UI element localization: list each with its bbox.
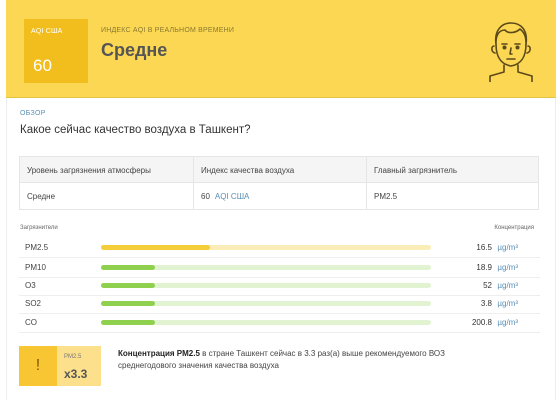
concentration-bar-track: [101, 245, 431, 250]
ratio-pollutant: PM2.5: [64, 354, 82, 360]
summary-table: Уровень загрязнения атмосферы Индекс кач…: [19, 156, 539, 210]
concentration-bar-fill: [101, 245, 210, 250]
concentration-value: 18.9: [476, 263, 492, 272]
concentration-bar-track: [101, 283, 431, 288]
aqi-value: 60: [201, 192, 210, 201]
neutral-face-icon: [489, 22, 533, 82]
concentration-unit: µg/m³: [497, 299, 518, 308]
concentration-unit: µg/m³: [497, 281, 518, 290]
who-guideline-text: Концентрация PM2.5 в стране Ташкент сейч…: [118, 348, 478, 372]
concentration-unit: µg/m³: [497, 263, 518, 272]
concentration-value: 16.5: [476, 243, 492, 252]
aqi-badge: AQI США 60: [24, 19, 88, 83]
pollutant-name: PM2.5: [25, 243, 49, 252]
concentration-bar-fill: [101, 301, 156, 306]
warning-icon: !: [19, 346, 57, 386]
aqi-badge-label: AQI США: [31, 28, 63, 35]
level-value: Средне: [27, 192, 56, 201]
pollutant-name: PM10: [25, 263, 46, 272]
column-header-pollutant: Главный загрязнитель: [374, 166, 457, 175]
column-header-aqi: Индекс качества воздуха: [201, 166, 295, 175]
column-header-level: Уровень загрязнения атмосферы: [27, 166, 151, 175]
concentration-value: 52: [483, 281, 492, 290]
pollutant-row: O3 52 µg/m³: [19, 276, 540, 296]
concentration-bar-track: [101, 301, 431, 306]
concentration-bar-fill: [101, 283, 156, 288]
realtime-subtitle: ИНДЕКС AQI В РЕАЛЬНОМ ВРЕМЕНИ: [101, 27, 235, 34]
concentration-bar-track: [101, 320, 431, 325]
pollutant-row: PM10 18.9 µg/m³: [19, 258, 540, 278]
table-divider: [193, 157, 194, 210]
page-title: Какое сейчас качество воздуха в Ташкент?: [20, 124, 251, 136]
concentration-header: Концентрация: [494, 225, 534, 231]
pollutant-name: O3: [25, 281, 36, 290]
main-pollutant-value: PM2.5: [374, 192, 398, 201]
concentration-bar-track: [101, 265, 431, 270]
section-label: ОБЗОР: [20, 110, 46, 117]
pollutant-name: SO2: [25, 299, 42, 308]
aqi-badge-value: 60: [33, 56, 52, 75]
concentration-bar-fill: [101, 320, 156, 325]
pollutants-header: Загрязнители: [20, 225, 58, 231]
ratio-multiplier: x3.3: [64, 367, 88, 381]
table-divider: [366, 157, 367, 210]
concentration-unit: µg/m³: [497, 318, 518, 327]
pollutant-row: PM2.5 16.5 µg/m³: [19, 238, 540, 258]
concentration-unit: µg/m³: [497, 243, 518, 252]
pollutant-name: CO: [25, 318, 37, 327]
who-ratio-badge: ! PM2.5 x3.3: [19, 346, 101, 386]
aqi-value-cell: 60 AQI США: [201, 192, 249, 201]
aqi-header: AQI США 60 ИНДЕКС AQI В РЕАЛЬНОМ ВРЕМЕНИ…: [6, 0, 556, 98]
pollutant-row: CO 200.8 µg/m³: [19, 313, 540, 333]
who-guideline-bold: Концентрация PM2.5: [118, 349, 200, 358]
concentration-value: 200.8: [471, 318, 492, 327]
pollutant-row: SO2 3.8 µg/m³: [19, 294, 540, 314]
concentration-bar-fill: [101, 265, 156, 270]
concentration-value: 3.8: [480, 299, 492, 308]
aqi-status: Средне: [101, 40, 168, 60]
aqi-unit-link[interactable]: AQI США: [215, 192, 249, 201]
